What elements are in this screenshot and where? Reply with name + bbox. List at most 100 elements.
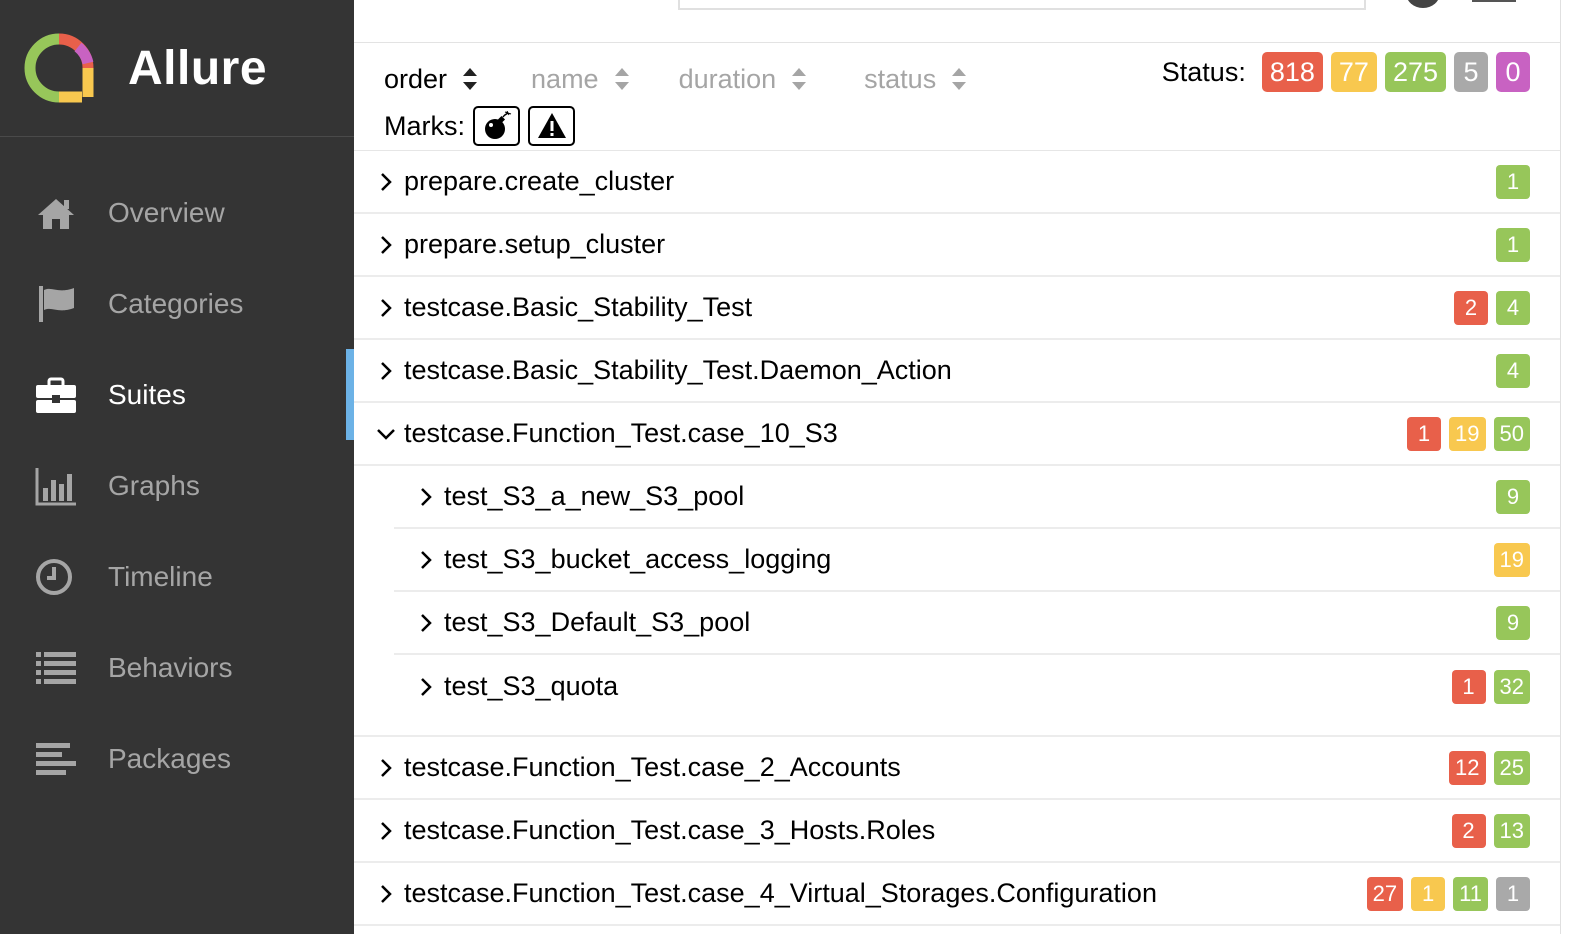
test-row[interactable]: test_S3_quota 1 32 <box>394 655 1560 718</box>
sidebar-item-behaviors[interactable]: Behaviors <box>0 622 354 713</box>
status-counts: 19 <box>1486 542 1530 577</box>
marks-label: Marks: <box>384 110 465 141</box>
sidebar-item-label: Packages <box>108 742 231 774</box>
status-failed-badge[interactable]: 818 <box>1261 52 1323 92</box>
brand[interactable]: Allure <box>0 0 354 137</box>
tree-controls: order name duration status Status: 818 7… <box>354 43 1594 151</box>
suite-name: prepare.setup_cluster <box>404 229 666 259</box>
test-row[interactable]: test_S3_Default_S3_pool 9 <box>394 592 1560 655</box>
sidebar-item-label: Suites <box>108 378 186 410</box>
sidebar-item-label: Graphs <box>108 469 200 501</box>
suite-row[interactable]: testcase.Function_Test.case_3_Hosts.Role… <box>354 800 1560 863</box>
suite-row[interactable]: prepare.create_cluster 1 <box>354 151 1560 214</box>
sort-toggle-icon <box>952 68 967 90</box>
passed-count-badge: 25 <box>1493 750 1530 785</box>
passed-count-badge: 50 <box>1493 416 1530 451</box>
sort-toggle-icon <box>792 68 807 90</box>
suites-tree: prepare.create_cluster 1 prepare.setup_clu… <box>354 151 1560 926</box>
sort-label: name <box>531 63 599 94</box>
status-unknown-badge[interactable]: 0 <box>1496 52 1530 92</box>
status-filter: Status: 818 77 275 5 0 <box>1162 52 1530 92</box>
status-counts: 1 <box>1488 164 1530 199</box>
sidebar-item-categories[interactable]: Categories <box>0 258 354 349</box>
home-icon <box>34 191 78 235</box>
sidebar: Allure Overview Categories Suites Graphs <box>0 0 354 934</box>
passed-count-badge: 4 <box>1496 353 1530 388</box>
warning-icon <box>537 113 566 138</box>
passed-count-badge: 4 <box>1496 290 1530 325</box>
sidebar-item-packages[interactable]: Packages <box>0 713 354 804</box>
status-skipped-badge[interactable]: 5 <box>1454 52 1488 92</box>
status-passed-badge[interactable]: 275 <box>1384 52 1446 92</box>
sort-by-order[interactable]: order <box>384 64 479 95</box>
status-counts: 2 13 <box>1444 813 1530 848</box>
suite-row[interactable]: testcase.Function_Test.case_4_Virtual_St… <box>354 863 1560 926</box>
chevron-right-icon <box>421 677 432 696</box>
sidebar-item-label: Categories <box>108 287 244 319</box>
avatar[interactable] <box>1406 0 1440 8</box>
flaky-mark-button[interactable] <box>473 106 520 146</box>
suite-name: testcase.Basic_Stability_Test <box>404 292 753 322</box>
suite-row[interactable]: testcase.Function_Test.case_2_Accounts 12… <box>354 737 1560 800</box>
passed-count-badge: 9 <box>1496 605 1530 640</box>
status-broken-badge[interactable]: 77 <box>1330 52 1377 92</box>
failed-count-badge: 12 <box>1449 750 1486 785</box>
sidebar-nav: Overview Categories Suites Graphs Timeli… <box>0 167 354 804</box>
suite-name: testcase.Function_Test.case_10_S3 <box>404 418 838 448</box>
status-counts: 27 1 11 1 <box>1359 876 1530 911</box>
allure-logo-icon <box>24 33 94 103</box>
test-row[interactable]: test_S3_a_new_S3_pool 9 <box>394 466 1560 529</box>
briefcase-icon <box>34 373 78 417</box>
main-panel: order name duration status Status: 818 7… <box>354 0 1594 934</box>
status-counts: 9 <box>1488 605 1530 640</box>
status-counts: 4 <box>1488 353 1530 388</box>
chevron-right-icon <box>421 613 432 632</box>
chevron-right-icon <box>421 487 432 506</box>
test-name: test_S3_quota <box>444 671 619 701</box>
retries-mark-button[interactable] <box>528 106 575 146</box>
bar-chart-icon <box>34 464 78 508</box>
suite-name: testcase.Function_Test.case_3_Hosts.Role… <box>404 815 936 845</box>
failed-count-badge: 1 <box>1451 669 1486 704</box>
sidebar-item-suites[interactable]: Suites <box>0 349 354 440</box>
passed-count-badge: 1 <box>1496 227 1530 262</box>
failed-count-badge: 2 <box>1451 813 1486 848</box>
list-icon <box>34 646 78 690</box>
status-counts: 12 25 <box>1441 750 1530 785</box>
test-name: test_S3_Default_S3_pool <box>444 607 751 637</box>
suite-row[interactable]: testcase.Function_Test.case_10_S3 1 19 50 <box>354 403 1560 466</box>
suite-name: prepare.create_cluster <box>404 166 675 196</box>
sort-label: order <box>384 63 448 94</box>
chevron-right-icon <box>381 298 392 317</box>
sidebar-item-graphs[interactable]: Graphs <box>0 440 354 531</box>
test-name: test_S3_bucket_access_logging <box>444 544 832 574</box>
test-row[interactable]: test_S3_bucket_access_logging 19 <box>394 529 1560 592</box>
sort-by-status[interactable]: status <box>864 64 968 95</box>
sort-toggle-icon <box>463 68 478 90</box>
status-label: Status: <box>1161 56 1246 87</box>
search-input[interactable] <box>678 0 1366 10</box>
suite-row[interactable]: testcase.Basic_Stability_Test.Daemon_Act… <box>354 340 1560 403</box>
sort-toggle-icon <box>614 68 629 90</box>
suite-name: testcase.Basic_Stability_Test.Daemon_Act… <box>404 355 952 385</box>
sort-by-duration[interactable]: duration <box>679 64 809 95</box>
menu-button[interactable] <box>1472 0 1516 2</box>
chevron-right-icon <box>421 550 432 569</box>
passed-count-badge: 13 <box>1493 813 1530 848</box>
failed-count-badge: 1 <box>1407 416 1442 451</box>
chevron-down-icon <box>377 428 395 440</box>
suite-row[interactable]: prepare.setup_cluster 1 <box>354 214 1560 277</box>
sidebar-item-overview[interactable]: Overview <box>0 167 354 258</box>
suite-name: testcase.Function_Test.case_2_Accounts <box>404 752 901 782</box>
sidebar-item-timeline[interactable]: Timeline <box>0 531 354 622</box>
clock-icon <box>34 555 78 599</box>
sort-by-name[interactable]: name <box>531 64 631 95</box>
chevron-right-icon <box>381 172 392 191</box>
scrollbar[interactable] <box>1560 0 1594 934</box>
flag-icon <box>34 282 78 326</box>
status-counts: 24 <box>1446 290 1530 325</box>
chevron-right-icon <box>381 235 392 254</box>
app-title: Allure <box>128 41 268 95</box>
failed-count-badge: 2 <box>1454 290 1488 325</box>
suite-row[interactable]: testcase.Basic_Stability_Test 2 4 <box>354 277 1560 340</box>
